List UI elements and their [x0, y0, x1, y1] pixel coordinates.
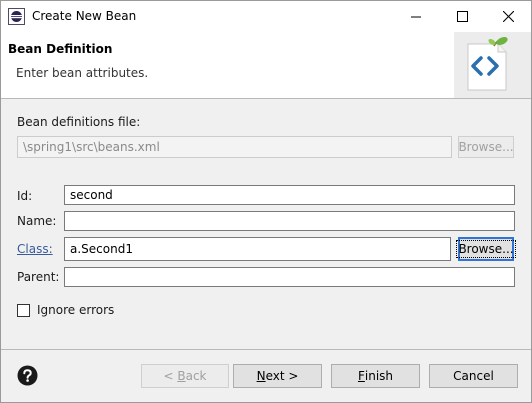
next-mnemonic: N	[256, 369, 266, 383]
title-bar[interactable]: Create New Bean	[1, 1, 531, 32]
cancel-label: Cancel	[453, 369, 494, 383]
close-icon	[502, 11, 514, 22]
bean-wizard-icon	[454, 32, 531, 98]
finish-button[interactable]: Finish	[331, 364, 420, 388]
page-description: Enter bean attributes.	[16, 66, 149, 80]
parent-label: Parent:	[17, 270, 60, 284]
parent-field[interactable]	[64, 267, 515, 287]
eclipse-icon	[8, 8, 25, 25]
bean-file-browse-button[interactable]: Browse...	[458, 136, 514, 158]
finish-rest: inish	[364, 369, 394, 383]
back-button[interactable]: < Back	[141, 364, 229, 388]
bean-definitions-file-label: Bean definitions file:	[17, 115, 141, 129]
next-rest: ext >	[265, 369, 299, 383]
back-mnemonic: B	[177, 369, 186, 383]
id-field[interactable]	[64, 185, 515, 205]
class-field[interactable]	[64, 237, 451, 261]
class-browse-button[interactable]: Browse...	[456, 237, 516, 261]
back-rest: ack	[185, 369, 207, 383]
bean-file-browse-label: Browse...	[458, 140, 514, 154]
close-button[interactable]	[485, 1, 531, 32]
bean-definitions-file-field	[17, 136, 452, 158]
help-icon[interactable]	[17, 365, 38, 386]
minimize-button[interactable]	[393, 1, 439, 32]
maximize-icon	[456, 11, 468, 22]
minimize-icon	[411, 16, 421, 17]
page-title: Bean Definition	[8, 42, 113, 56]
class-browse-label: Browse...	[456, 240, 516, 258]
finish-mnemonic: F	[357, 369, 365, 383]
ignore-errors-label[interactable]: Ignore errors	[37, 303, 114, 317]
class-link[interactable]: Class:	[17, 242, 53, 256]
footer-divider	[1, 349, 531, 350]
ignore-errors-checkbox[interactable]	[17, 304, 30, 317]
id-label: Id:	[17, 189, 33, 203]
create-new-bean-dialog: Create New Bean Bean Definition Enter be…	[0, 0, 532, 403]
next-button[interactable]: Next >	[233, 364, 322, 388]
name-label: Name:	[17, 214, 57, 228]
back-prefix: <	[163, 369, 178, 383]
wizard-header: Bean Definition Enter bean attributes.	[1, 32, 531, 99]
cancel-button[interactable]: Cancel	[429, 364, 518, 388]
window-title: Create New Bean	[32, 9, 137, 23]
maximize-button[interactable]	[439, 1, 485, 32]
name-field[interactable]	[64, 211, 515, 231]
